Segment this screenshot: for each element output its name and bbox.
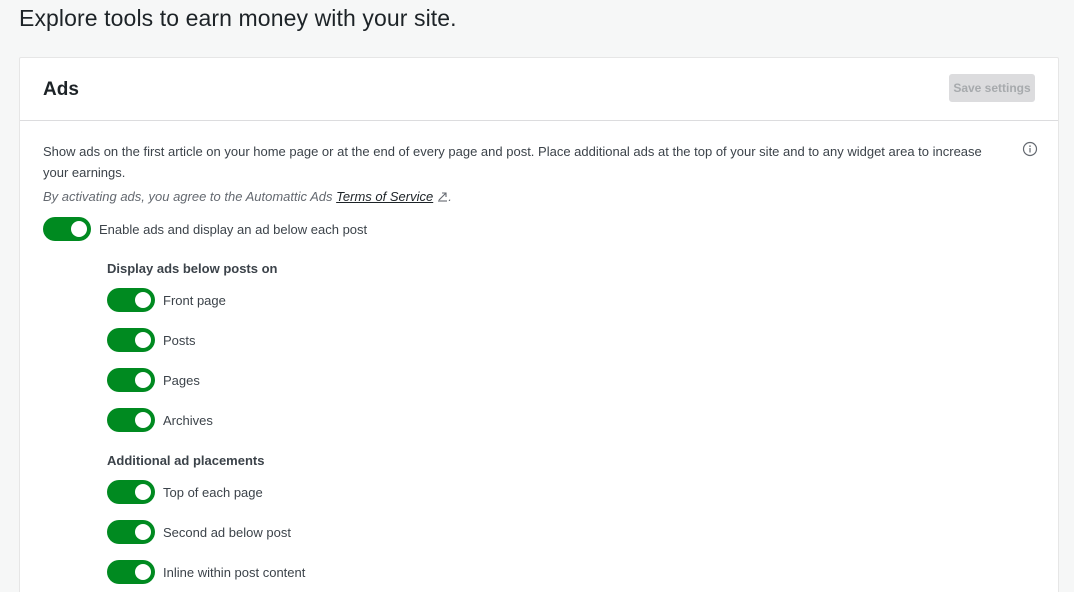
toggle-knob <box>135 292 151 308</box>
front-page-label: Front page <box>163 292 226 308</box>
posts-toggle[interactable] <box>107 328 155 352</box>
top-of-page-label: Top of each page <box>163 484 263 500</box>
toggle-knob <box>135 372 151 388</box>
toggle-knob <box>135 332 151 348</box>
save-settings-button[interactable]: Save settings <box>949 74 1035 102</box>
posts-label: Posts <box>163 332 196 348</box>
toggle-row-inline: Inline within post content <box>107 560 305 584</box>
archives-toggle[interactable] <box>107 408 155 432</box>
ads-description: Show ads on the first article on your ho… <box>43 144 982 180</box>
front-page-toggle[interactable] <box>107 288 155 312</box>
page: Explore tools to earn money with your si… <box>0 0 1074 592</box>
display-section-heading: Display ads below posts on <box>107 261 278 276</box>
top-of-page-toggle[interactable] <box>107 480 155 504</box>
toggle-row-top-of-page: Top of each page <box>107 480 263 504</box>
toggle-knob <box>135 412 151 428</box>
inline-label: Inline within post content <box>163 564 306 580</box>
tos-suffix: . <box>448 189 452 204</box>
toggle-knob <box>71 221 87 237</box>
toggle-row-posts: Posts <box>107 328 196 352</box>
tos-prefix: By activating ads, you agree to the Auto… <box>43 189 337 204</box>
second-ad-toggle[interactable] <box>107 520 155 544</box>
toggle-row-archives: Archives <box>107 408 213 432</box>
second-ad-label: Second ad below post <box>163 524 291 540</box>
additional-section-heading: Additional ad placements <box>107 453 265 468</box>
page-title: Explore tools to earn money with your si… <box>19 5 457 31</box>
enable-ads-label: Enable ads and display an ad below each … <box>99 221 368 237</box>
enable-ads-toggle[interactable] <box>43 217 91 241</box>
pages-label: Pages <box>163 372 200 388</box>
card-title: Ads <box>43 79 79 100</box>
tos-link[interactable]: Terms of Service <box>336 189 433 204</box>
card-header: Ads Save settings <box>20 58 1058 121</box>
pages-toggle[interactable] <box>107 368 155 392</box>
toggle-row-pages: Pages <box>107 368 200 392</box>
archives-label: Archives <box>163 412 213 428</box>
external-link-icon <box>437 190 448 202</box>
info-icon[interactable] <box>1022 141 1038 157</box>
toggle-knob <box>135 524 151 540</box>
toggle-row-front-page: Front page <box>107 288 226 312</box>
toggle-knob <box>135 564 151 580</box>
enable-ads-row: Enable ads and display an ad below each … <box>43 217 367 241</box>
tos-notice: By activating ads, you agree to the Auto… <box>43 189 452 204</box>
toggle-knob <box>135 484 151 500</box>
toggle-row-second-ad: Second ad below post <box>107 520 291 544</box>
inline-toggle[interactable] <box>107 560 155 584</box>
ads-card: Ads Save settings Show ads on the first … <box>19 57 1059 592</box>
